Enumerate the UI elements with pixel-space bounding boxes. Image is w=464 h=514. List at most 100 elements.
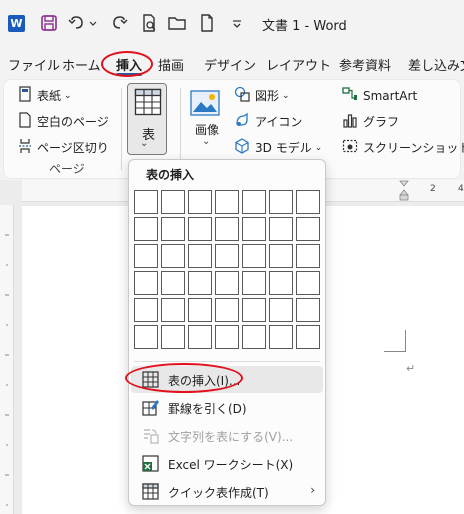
table-grid-cell[interactable] [134, 271, 158, 295]
image-icon [190, 90, 220, 116]
paragraph-mark-icon: ↵ [406, 362, 416, 375]
table-grid-cell[interactable] [269, 217, 293, 241]
table-grid-cell[interactable] [242, 298, 266, 322]
table-icon [134, 88, 162, 116]
table-grid-cell[interactable] [188, 325, 212, 349]
undo-dropdown-icon[interactable] [88, 12, 98, 34]
tab-home[interactable]: ホーム [62, 55, 101, 74]
ruler-mark: 2 [430, 184, 436, 194]
table-grid-cell[interactable] [215, 325, 239, 349]
table-grid-cell[interactable] [296, 298, 320, 322]
smartart-button[interactable]: SmartArt [342, 86, 417, 105]
undo-icon[interactable] [66, 12, 88, 34]
draw-table-icon [142, 400, 159, 416]
vertical-ruler [0, 205, 14, 514]
ribbon-tabs: ファイル ホーム 挿入 描画 デザイン レイアウト 参考資料 差し込み文 [0, 48, 464, 78]
table-grid-cell[interactable] [188, 298, 212, 322]
convert-text-icon [144, 429, 159, 444]
tab-design[interactable]: デザイン [204, 55, 256, 74]
table-grid-cell[interactable] [134, 325, 158, 349]
table-grid-cell[interactable] [188, 244, 212, 268]
excel-worksheet-label: Excel ワークシート(X) [168, 458, 294, 472]
image-button[interactable] [190, 90, 220, 120]
cover-page-label: 表紙 [37, 89, 62, 103]
table-grid-cell[interactable] [161, 271, 185, 295]
table-grid-cell[interactable] [242, 271, 266, 295]
icons-button[interactable]: アイコン [234, 112, 302, 131]
new-document-icon[interactable] [196, 12, 218, 34]
icons-label: アイコン [255, 115, 303, 129]
table-grid-cell[interactable] [296, 325, 320, 349]
convert-text-menu-item: 文字列を表にする(V)... [131, 422, 323, 449]
table-grid-cell[interactable] [215, 298, 239, 322]
print-preview-icon[interactable] [138, 12, 160, 34]
table-grid-cell[interactable] [161, 298, 185, 322]
bar-chart-icon [342, 112, 358, 131]
table-grid-cell[interactable] [215, 271, 239, 295]
indent-marker-icon[interactable] [398, 180, 410, 202]
blank-page-label: 空白のページ [37, 115, 109, 129]
table-grid-cell[interactable] [188, 271, 212, 295]
table-grid-cell[interactable] [296, 271, 320, 295]
tab-mailings[interactable]: 差し込み文 [408, 55, 464, 74]
quick-table-icon [142, 483, 159, 500]
table-grid-cell[interactable] [269, 298, 293, 322]
3d-cube-icon [234, 138, 250, 157]
smartart-icon [342, 86, 358, 105]
quick-table-menu-item[interactable]: クイック表作成(T) › [131, 478, 323, 505]
table-grid-cell[interactable] [242, 217, 266, 241]
table-grid-cell[interactable] [161, 190, 185, 214]
table-grid-cell[interactable] [188, 217, 212, 241]
table-grid-cell[interactable] [242, 244, 266, 268]
save-icon[interactable] [38, 12, 60, 34]
screenshot-button[interactable]: スクリーンショット ⌄ [342, 138, 464, 157]
table-grid-cell[interactable] [134, 190, 158, 214]
table-size-grid[interactable] [134, 190, 320, 352]
cover-page-button[interactable]: 表紙 ⌄ [18, 86, 72, 105]
table-grid-cell[interactable] [242, 190, 266, 214]
table-grid-cell[interactable] [161, 325, 185, 349]
table-grid-cell[interactable] [269, 190, 293, 214]
shapes-button[interactable]: 図形 ⌄ [234, 86, 290, 105]
blank-page-button[interactable]: 空白のページ [18, 112, 109, 131]
tab-file[interactable]: ファイル [8, 55, 60, 74]
draw-table-menu-item[interactable]: 罫線を引く(D) [131, 394, 323, 421]
tab-references[interactable]: 参考資料 [339, 55, 391, 74]
table-grid-cell[interactable] [242, 325, 266, 349]
page-break-label: ページ区切り [37, 141, 109, 155]
tab-draw[interactable]: 描画 [158, 55, 184, 74]
title-bar: W 文書 1 - Word [0, 0, 464, 48]
table-grid-cell[interactable] [161, 217, 185, 241]
table-grid-cell[interactable] [296, 244, 320, 268]
chart-button[interactable]: グラフ [342, 112, 399, 131]
table-grid-cell[interactable] [296, 217, 320, 241]
table-grid-cell[interactable] [134, 298, 158, 322]
ribbon-separator [180, 88, 181, 170]
open-folder-icon[interactable] [166, 12, 188, 34]
blank-page-icon [18, 112, 32, 131]
excel-worksheet-menu-item[interactable]: Excel ワークシート(X) [131, 450, 323, 477]
table-grid-cell[interactable] [188, 190, 212, 214]
table-grid-cell[interactable] [215, 244, 239, 268]
table-grid-cell[interactable] [134, 244, 158, 268]
table-grid-cell[interactable] [296, 190, 320, 214]
table-grid-cell[interactable] [269, 244, 293, 268]
table-grid-cell[interactable] [134, 217, 158, 241]
chevron-right-icon: › [310, 483, 315, 497]
tab-layout[interactable]: レイアウト [266, 55, 331, 74]
page-margin-marker [384, 330, 406, 352]
table-grid-cell[interactable] [215, 217, 239, 241]
table-grid-cell[interactable] [269, 271, 293, 295]
table-grid-cell[interactable] [161, 244, 185, 268]
ruler-mark: 4 [458, 184, 464, 194]
customize-qat-icon[interactable] [226, 12, 248, 34]
chart-label: グラフ [363, 115, 400, 129]
convert-text-label: 文字列を表にする(V)... [168, 430, 294, 444]
shapes-icon [234, 86, 250, 105]
menu-separator [134, 361, 320, 362]
table-grid-cell[interactable] [269, 325, 293, 349]
3d-models-button[interactable]: 3D モデル ⌄ [234, 138, 322, 157]
table-grid-cell[interactable] [215, 190, 239, 214]
redo-icon[interactable] [108, 12, 130, 34]
page-break-button[interactable]: ページ区切り [18, 138, 109, 157]
